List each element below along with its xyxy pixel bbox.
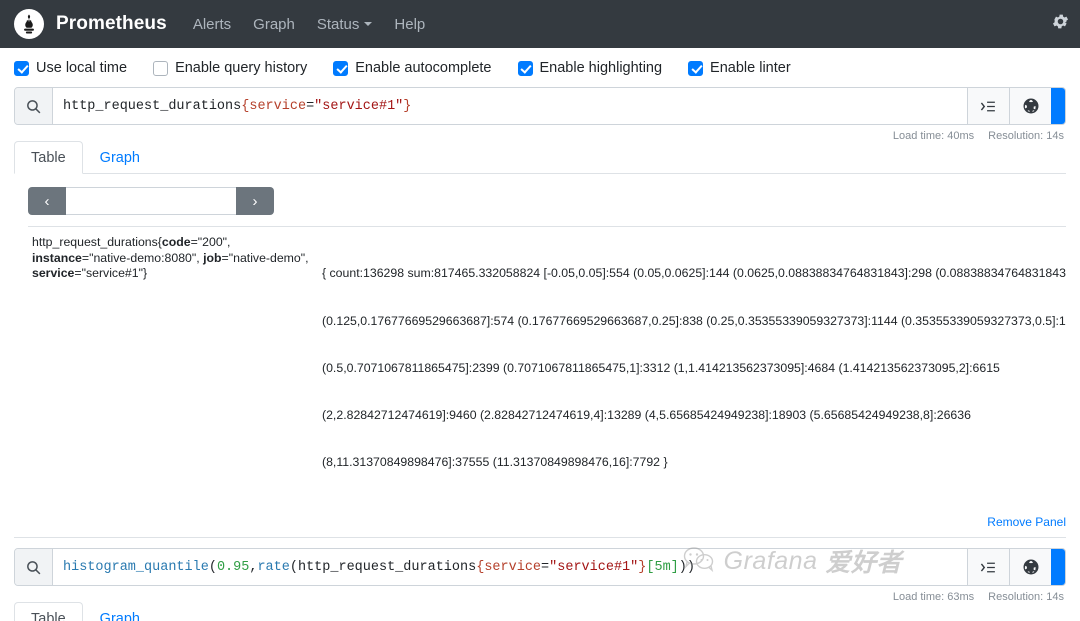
- query-token: "service#1": [314, 98, 404, 114]
- query-token: {: [476, 559, 485, 575]
- checkbox-enable-highlighting[interactable]: [517, 60, 533, 76]
- nav-help-label: Help: [394, 15, 426, 33]
- result-table-1: http_request_durations{code="200", insta…: [28, 226, 1066, 512]
- checkbox-enable-autocomplete[interactable]: [333, 60, 349, 76]
- option-enable-linter-label: Enable linter: [710, 60, 791, 76]
- option-use-local-time-label: Use local time: [36, 60, 128, 76]
- chevron-left-icon[interactable]: ‹: [28, 187, 66, 215]
- option-enable-autocomplete-label: Enable autocomplete: [355, 60, 492, 76]
- metrics-explorer-icon[interactable]: [967, 88, 1009, 124]
- metrics-explorer-icon[interactable]: [967, 549, 1009, 586]
- query-token: "service#1": [549, 559, 639, 575]
- query-token: service: [249, 98, 307, 114]
- search-icon: [15, 88, 53, 124]
- label-value: "native-demo": [228, 250, 306, 265]
- query-token: }: [403, 98, 412, 114]
- nav-help[interactable]: Help: [394, 16, 425, 33]
- tab-table-2[interactable]: Table: [14, 602, 83, 621]
- label-key: service: [32, 266, 75, 281]
- table-row: http_request_durations{code="200", insta…: [28, 226, 1066, 512]
- label-value: "200": [197, 235, 228, 249]
- query-input-2[interactable]: histogram_quantile(0.95, rate(http_reque…: [53, 549, 967, 585]
- query-token: service: [484, 559, 542, 575]
- prometheus-torch-icon: [14, 9, 44, 39]
- query-token: [5m]: [646, 559, 679, 575]
- metric-label-cell-1: http_request_durations{code="200", insta…: [28, 226, 318, 512]
- option-enable-query-history-label: Enable query history: [175, 60, 308, 76]
- query-row-2: histogram_quantile(0.95, rate(http_reque…: [14, 548, 1066, 587]
- execute-button-1[interactable]: [1051, 88, 1065, 124]
- option-enable-highlighting[interactable]: Enable highlighting: [517, 60, 663, 76]
- query-token: http_request_durations: [297, 559, 477, 575]
- option-enable-query-history[interactable]: Enable query history: [153, 60, 307, 76]
- label-value: "native-demo:8080": [89, 250, 197, 265]
- histogram-line: (2,2.82842712474619]:9460 (2.82842712474…: [322, 408, 971, 423]
- option-enable-linter[interactable]: Enable linter: [688, 60, 791, 76]
- load-time-2: Load time: 63ms: [892, 591, 975, 604]
- nav-links: Alerts Graph Status Help: [193, 16, 425, 33]
- query-input-1[interactable]: http_request_durations{service = "service#…: [53, 88, 967, 124]
- query-panel-1: http_request_durations{service = "service#…: [0, 87, 1080, 539]
- metric-name: http_request_durations{: [32, 235, 162, 249]
- query-token: histogram_quantile: [63, 559, 209, 575]
- tab-graph-1[interactable]: Graph: [83, 141, 157, 174]
- globe-icon[interactable]: [1009, 549, 1051, 586]
- query-token: http_request_durations: [63, 98, 242, 114]
- evaluation-time-group-1: ‹ ›: [28, 187, 274, 215]
- resolution-1: Resolution: 14s: [988, 130, 1064, 142]
- gear-icon[interactable]: [1051, 12, 1070, 36]
- search-icon: [15, 549, 53, 586]
- query-token: rate: [257, 559, 290, 575]
- query-token: (: [208, 559, 217, 575]
- chevron-right-icon[interactable]: ›: [236, 187, 274, 215]
- label-key: code: [161, 235, 191, 249]
- remove-panel-1[interactable]: Remove Panel: [14, 511, 1066, 529]
- tab-table-1[interactable]: Table: [14, 141, 83, 174]
- nav-status-label: Status: [316, 15, 360, 33]
- navbar: Prometheus Alerts Graph Status Help: [0, 0, 1080, 48]
- option-enable-autocomplete[interactable]: Enable autocomplete: [333, 60, 492, 76]
- panel-divider-1: [14, 537, 1066, 539]
- result-tabs-1: Table Graph: [14, 141, 1066, 174]
- query-options-row: Use local time Enable query history Enab…: [0, 48, 1080, 87]
- query-token: {: [241, 98, 250, 114]
- label-key: instance: [32, 250, 82, 265]
- histogram-line: { count:136298 sum:817465.332058824 [-0.…: [322, 266, 1066, 281]
- load-time-1: Load time: 40ms: [892, 130, 975, 142]
- nav-status[interactable]: Status: [317, 16, 373, 33]
- metric-value-cell-1: { count:136298 sum:817465.332058824 [-0.…: [318, 226, 1066, 512]
- brand-name[interactable]: Prometheus: [56, 13, 167, 35]
- evaluation-time-input-1[interactable]: [66, 187, 236, 215]
- nav-alerts[interactable]: Alerts: [193, 16, 231, 33]
- chevron-down-icon: [364, 22, 373, 26]
- resolution-2: Resolution: 14s: [988, 591, 1064, 604]
- tab-graph-2[interactable]: Graph: [83, 602, 157, 621]
- checkbox-use-local-time[interactable]: [14, 60, 29, 76]
- query-token: )): [678, 559, 695, 575]
- navbar-right: [1051, 12, 1070, 36]
- checkbox-enable-query-history[interactable]: [153, 60, 169, 76]
- query-token: =: [306, 98, 315, 114]
- nav-alerts-label: Alerts: [192, 15, 232, 33]
- table-body-1: ‹ › http_request_durations{code="200", i…: [14, 174, 1066, 512]
- histogram-line: (8,11.31370849898476]:37555 (11.31370849…: [322, 455, 668, 470]
- query-token: }: [638, 559, 647, 575]
- nav-graph-label: Graph: [253, 15, 295, 33]
- query-token: =: [541, 559, 550, 575]
- label-key: job: [203, 250, 222, 265]
- globe-icon[interactable]: [1009, 88, 1051, 124]
- execute-button-2[interactable]: [1051, 549, 1065, 586]
- query-panel-2: histogram_quantile(0.95, rate(http_reque…: [0, 548, 1080, 621]
- query-token: 0.95: [216, 559, 250, 575]
- label-value: "service#1": [81, 266, 143, 281]
- option-use-local-time[interactable]: Use local time: [14, 60, 127, 76]
- nav-graph[interactable]: Graph: [253, 16, 295, 33]
- checkbox-enable-linter[interactable]: [688, 60, 704, 76]
- query-token: ,: [249, 559, 258, 575]
- histogram-line: (0.5,0.7071067811865475]:2399 (0.7071067…: [322, 360, 1000, 375]
- query-row-1: http_request_durations{service = "service#…: [14, 87, 1066, 125]
- query-token: (: [289, 559, 298, 575]
- histogram-line: (0.125,0.17677669529663687]:574 (0.17677…: [322, 313, 1066, 328]
- option-enable-highlighting-label: Enable highlighting: [539, 60, 663, 76]
